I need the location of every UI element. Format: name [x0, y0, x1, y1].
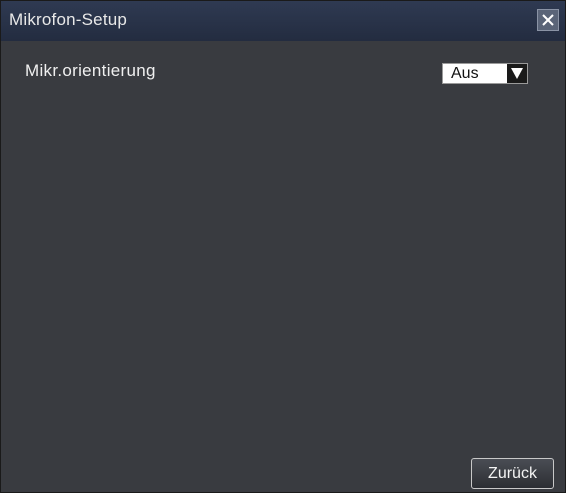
- mic-orientation-value: Aus: [451, 65, 479, 82]
- dropdown-arrow-button[interactable]: [507, 64, 527, 83]
- close-icon: [542, 14, 554, 26]
- close-button[interactable]: [537, 9, 559, 31]
- back-button[interactable]: Zurück: [471, 458, 554, 489]
- triangle-down-icon: [511, 68, 523, 79]
- dialog-titlebar: Mikrofon-Setup: [1, 1, 565, 41]
- mic-orientation-select[interactable]: Aus: [442, 63, 528, 84]
- mic-orientation-label: Mikr.orientierung: [25, 61, 156, 80]
- mikrofon-setup-dialog: Mikrofon-Setup Mikr.orientierung Aus Zur…: [0, 0, 566, 493]
- dialog-title: Mikrofon-Setup: [9, 10, 128, 29]
